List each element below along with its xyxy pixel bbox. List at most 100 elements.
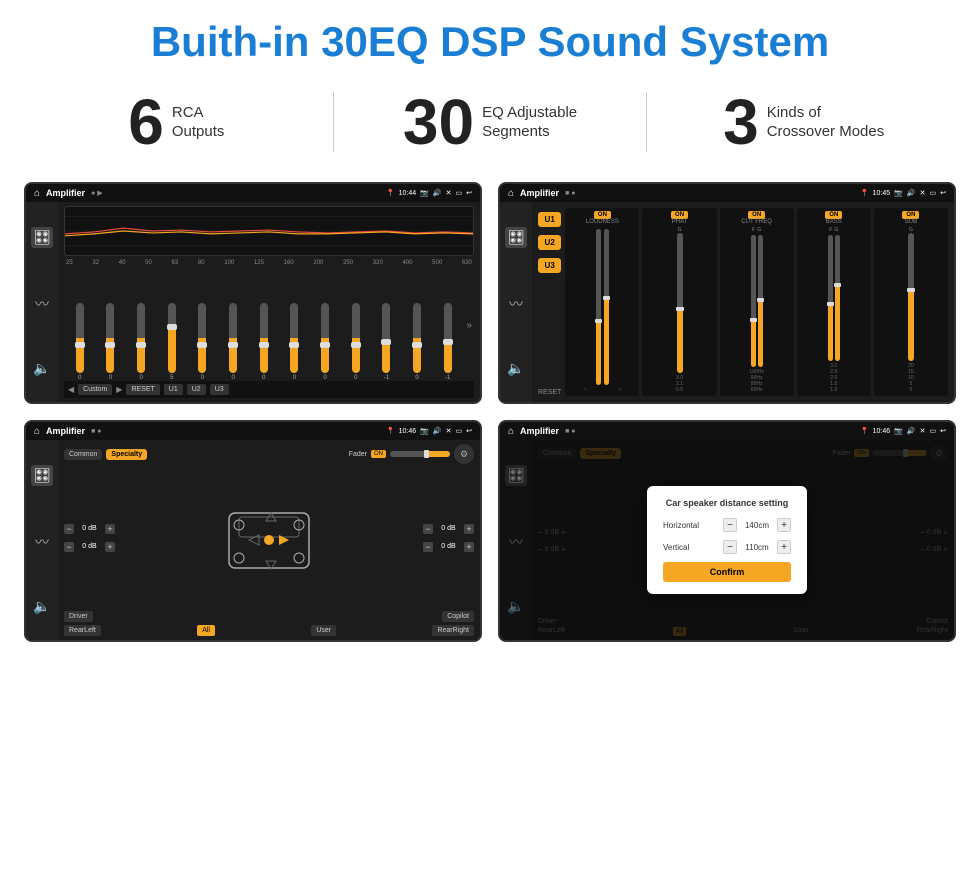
fader-home-icon[interactable]: ⌂ (34, 426, 40, 437)
eq-slider-11[interactable]: 0 (403, 303, 431, 381)
fader-h-slider[interactable] (390, 451, 450, 457)
eq-slider-12[interactable]: -1 (434, 303, 462, 381)
xover-back-icon[interactable]: ↩ (940, 189, 946, 197)
expand-arrows[interactable]: » (467, 320, 473, 331)
sub-slider[interactable] (908, 233, 914, 361)
eq-sidebar-speaker[interactable]: 🔈 (33, 360, 50, 377)
bass-slider-1[interactable] (828, 235, 833, 361)
eq-graph (64, 206, 474, 256)
distance-content-wrapper: 🎛 〰 🔈 Common Specialty Fader ON (500, 440, 954, 640)
fader-user-btn[interactable]: User (311, 625, 336, 636)
phat-slider[interactable] (677, 233, 683, 373)
left-bot-minus[interactable]: − (64, 542, 74, 552)
loudness-label: LOUDNESS (586, 219, 619, 225)
fader-driver-btn[interactable]: Driver (64, 611, 93, 622)
eq-custom-label: Custom (78, 384, 112, 395)
dialog-vertical-plus[interactable]: + (777, 540, 791, 554)
eq-u2-btn[interactable]: U2 (187, 384, 206, 395)
eq-slider-8[interactable]: 0 (311, 303, 339, 381)
dialog-vertical-row: Vertical − 110cm + (663, 540, 791, 554)
xover-sidebar-wave[interactable]: 〰 (509, 294, 523, 314)
fader-rect-icon: ▭ (456, 427, 463, 435)
eq-u3-btn[interactable]: U3 (210, 384, 229, 395)
stat-number-rca: 6 (128, 90, 164, 154)
eq-slider-7[interactable]: 0 (281, 303, 309, 381)
distance-back-icon[interactable]: ↩ (940, 427, 946, 435)
dialog-horizontal-minus[interactable]: − (723, 518, 737, 532)
cutfreq-sliders (751, 235, 763, 367)
fader-rearleft-btn[interactable]: RearLeft (64, 625, 101, 636)
xover-u1-btn[interactable]: U1 (538, 212, 561, 227)
fader-tabs: Common Specialty (64, 449, 147, 460)
eq-x-icon: ✕ (446, 189, 452, 197)
xover-sidebar-tune[interactable]: 🎛 (505, 227, 527, 248)
fader-sidebar-speaker[interactable]: 🔈 (33, 598, 50, 615)
eq-sidebar-tune[interactable]: 🎛 (31, 227, 53, 248)
xover-sub: ON SUB G 20151050 (874, 208, 948, 396)
left-top-minus[interactable]: − (64, 524, 74, 534)
left-db-top: − 0 dB + (64, 524, 115, 534)
xover-cutfreq: ON CUT FREQ FG 100Hz90Hz80Hz60Hz (720, 208, 794, 396)
distance-dialog-overlay: Car speaker distance setting Horizontal … (500, 440, 954, 640)
eq-slider-3[interactable]: 5 (158, 303, 186, 381)
distance-dialog-box: Car speaker distance setting Horizontal … (647, 486, 807, 594)
bass-sliders (828, 235, 840, 361)
home-icon[interactable]: ⌂ (34, 188, 40, 199)
eq-back-icon[interactable]: ↩ (466, 189, 472, 197)
eq-u1-btn[interactable]: U1 (164, 384, 183, 395)
eq-slider-5[interactable]: 0 (219, 303, 247, 381)
fader-on-btn[interactable]: ON (371, 450, 386, 458)
eq-prev-arrow[interactable]: ◀ (68, 385, 74, 394)
distance-dot: ■ ● (565, 428, 575, 435)
cutfreq-slider-2[interactable] (758, 235, 763, 367)
phat-label: PHAT (672, 219, 688, 225)
eq-slider-0[interactable]: 0 (66, 303, 94, 381)
xover-u2-btn[interactable]: U2 (538, 235, 561, 250)
left-top-plus[interactable]: + (105, 524, 115, 534)
fader-rearright-btn[interactable]: RearRight (432, 625, 474, 636)
xover-u3-btn[interactable]: U3 (538, 258, 561, 273)
right-bot-plus[interactable]: + (464, 542, 474, 552)
eq-slider-9[interactable]: 0 (342, 303, 370, 381)
eq-reset-btn[interactable]: RESET (126, 384, 159, 395)
fader-common-tab[interactable]: Common (64, 449, 102, 460)
loudness-on-btn[interactable]: ON (594, 211, 611, 219)
xover-sidebar-speaker[interactable]: 🔈 (507, 360, 524, 377)
fader-settings-icon[interactable]: ⚙ (454, 444, 474, 464)
right-bot-minus[interactable]: − (423, 542, 433, 552)
loudness-slider-2[interactable] (604, 229, 609, 385)
eq-slider-4[interactable]: 0 (189, 303, 217, 381)
dialog-horizontal-plus[interactable]: + (777, 518, 791, 532)
phat-on-btn[interactable]: ON (671, 211, 688, 219)
eq-next-arrow[interactable]: ▶ (116, 385, 122, 394)
fader-specialty-tab[interactable]: Specialty (106, 449, 147, 460)
fader-copilot-btn[interactable]: Copilot (442, 611, 474, 622)
dialog-vertical-minus[interactable]: − (723, 540, 737, 554)
xover-presets: U1 U2 U3 RESET (538, 208, 561, 396)
fader-back-icon[interactable]: ↩ (466, 427, 472, 435)
fader-sidebar-tune[interactable]: 🎛 (31, 465, 53, 486)
eq-sidebar-wave[interactable]: 〰 (35, 294, 49, 314)
stat-number-eq: 30 (403, 90, 474, 154)
eq-slider-6[interactable]: 0 (250, 303, 278, 381)
xover-reset-btn[interactable]: RESET (538, 389, 561, 396)
sub-on-btn[interactable]: ON (902, 211, 919, 219)
fader-control-row: Fader ON ⚙ (349, 444, 474, 464)
bass-on-btn[interactable]: ON (825, 211, 842, 219)
left-bot-plus[interactable]: + (105, 542, 115, 552)
eq-slider-1[interactable]: 0 (97, 303, 125, 381)
loudness-slider-1[interactable] (596, 229, 601, 385)
eq-slider-10[interactable]: -1 (373, 303, 401, 381)
right-top-minus[interactable]: − (423, 524, 433, 534)
distance-home-icon[interactable]: ⌂ (508, 426, 514, 437)
dialog-confirm-button[interactable]: Confirm (663, 562, 791, 582)
right-top-plus[interactable]: + (464, 524, 474, 534)
bass-slider-2[interactable] (835, 235, 840, 361)
fader-sidebar-wave[interactable]: 〰 (35, 532, 49, 552)
xover-home-icon[interactable]: ⌂ (508, 188, 514, 199)
fader-all-btn[interactable]: All (197, 625, 215, 636)
cutfreq-on-btn[interactable]: ON (748, 211, 765, 219)
eq-slider-2[interactable]: 0 (127, 303, 155, 381)
cutfreq-slider-1[interactable] (751, 235, 756, 367)
eq-status-bar: ⌂ Amplifier ● ▶ 📍 10:44 📷 🔊 ✕ ▭ ↩ (26, 184, 480, 202)
